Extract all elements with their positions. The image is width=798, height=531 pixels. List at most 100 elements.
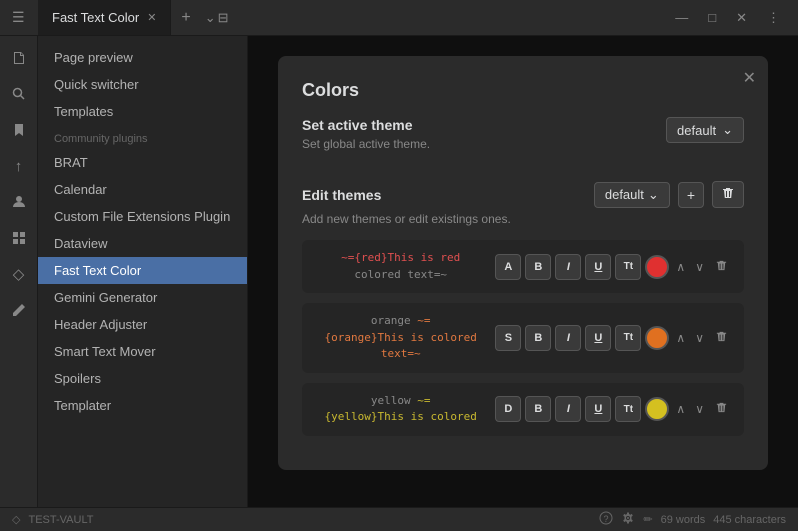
more-menu-btn[interactable]: ⋮: [761, 8, 786, 28]
add-tab-btn[interactable]: +: [171, 9, 200, 27]
set-theme-header: Set active theme Set global active theme…: [302, 117, 744, 161]
red-controls: A B I U Tt ∧ ∨: [495, 254, 732, 280]
red-italic-btn[interactable]: I: [555, 254, 581, 280]
icon-bar-user[interactable]: [3, 186, 35, 218]
yellow-preview: yellow ~={yellow}This is colored: [314, 393, 487, 426]
orange-preview: orange ~={orange}This is colored text=~: [314, 313, 487, 363]
orange-underline-btn[interactable]: U: [585, 325, 611, 351]
yellow-up-btn[interactable]: ∧: [673, 400, 688, 418]
vault-name[interactable]: TEST-VAULT: [28, 514, 93, 526]
yellow-format-d-btn[interactable]: D: [495, 396, 521, 422]
split-view-icon[interactable]: ⊟: [218, 10, 229, 26]
set-theme-text: Set active theme Set global active theme…: [302, 117, 430, 161]
orange-controls: S B I U Tt ∧ ∨: [495, 325, 732, 351]
icon-bar: ↑ ◇: [0, 36, 38, 507]
modal-close-btn[interactable]: ✕: [743, 68, 756, 88]
community-plugins-label: Community plugins: [38, 125, 247, 149]
sidebar-item-header-adjuster[interactable]: Header Adjuster: [38, 311, 247, 338]
sidebar-item-templates[interactable]: Templates: [38, 98, 247, 125]
status-left: ◇ TEST-VAULT: [12, 513, 93, 526]
orange-color-swatch[interactable]: [645, 326, 669, 350]
sidebar-item-spoilers[interactable]: Spoilers: [38, 365, 247, 392]
color-row-red: ~={red}This is red colored text=~ A B I …: [302, 240, 744, 293]
edit-themes-header: Edit themes default ⌄ +: [302, 181, 744, 208]
sidebar-item-dataview[interactable]: Dataview: [38, 230, 247, 257]
icon-bar-up[interactable]: ↑: [3, 150, 35, 182]
icon-bar-files[interactable]: [3, 42, 35, 74]
title-bar-left: ☰: [0, 5, 38, 30]
red-down-btn[interactable]: ∨: [692, 258, 707, 276]
icon-bar-grid[interactable]: [3, 222, 35, 254]
icon-bar-diamond[interactable]: ◇: [3, 258, 35, 290]
status-right: ? ✏ 69 words 445 characters: [599, 511, 786, 528]
char-count: 445 characters: [713, 514, 786, 526]
red-color-swatch[interactable]: [645, 255, 669, 279]
orange-delete-btn[interactable]: [711, 328, 732, 348]
color-row-orange: orange ~={orange}This is colored text=~ …: [302, 303, 744, 373]
edit-themes-title: Edit themes: [302, 187, 586, 203]
modal-title: Colors: [302, 80, 744, 101]
dropdown-arrow-icon: ⌄: [722, 122, 733, 138]
orange-down-btn[interactable]: ∨: [692, 329, 707, 347]
close-btn[interactable]: ✕: [730, 8, 753, 28]
sidebar-item-quick-switcher[interactable]: Quick switcher: [38, 71, 247, 98]
tab-dropdown-icon[interactable]: ⌄: [205, 10, 216, 26]
sidebar-item-gemini[interactable]: Gemini Generator: [38, 284, 247, 311]
yellow-down-btn[interactable]: ∨: [692, 400, 707, 418]
yellow-tt-btn[interactable]: Tt: [615, 396, 641, 422]
orange-italic-btn[interactable]: I: [555, 325, 581, 351]
orange-format-s-btn[interactable]: S: [495, 325, 521, 351]
edit-theme-value: default: [605, 187, 644, 202]
red-delete-btn[interactable]: [711, 257, 732, 277]
minimize-btn[interactable]: —: [669, 8, 694, 27]
color-row-yellow: yellow ~={yellow}This is colored D B I U…: [302, 383, 744, 436]
yellow-italic-btn[interactable]: I: [555, 396, 581, 422]
sidebar-item-page-preview[interactable]: Page preview: [38, 44, 247, 71]
icon-bar-search[interactable]: [3, 78, 35, 110]
yellow-controls: D B I U Tt ∧ ∨: [495, 396, 732, 422]
red-up-btn[interactable]: ∧: [673, 258, 688, 276]
sidebar-item-calendar[interactable]: Calendar: [38, 176, 247, 203]
sidebar-item-fast-text-color[interactable]: Fast Text Color: [38, 257, 247, 284]
settings-icon[interactable]: [621, 511, 635, 528]
set-theme-title: Set active theme: [302, 117, 430, 133]
help-btn[interactable]: ?: [599, 511, 613, 528]
red-format-a-btn[interactable]: A: [495, 254, 521, 280]
delete-theme-btn[interactable]: [712, 181, 744, 208]
tab-close-btn[interactable]: ✕: [147, 11, 156, 24]
menu-icon[interactable]: ☰: [8, 5, 29, 30]
edit-themes-desc: Add new themes or edit existings ones.: [302, 212, 744, 226]
word-count: 69 words: [661, 514, 706, 526]
yellow-color-swatch[interactable]: [645, 397, 669, 421]
yellow-underline-btn[interactable]: U: [585, 396, 611, 422]
orange-up-btn[interactable]: ∧: [673, 329, 688, 347]
sidebar-item-custom-file[interactable]: Custom File Extensions Plugin: [38, 203, 247, 230]
sidebar-item-templater[interactable]: Templater: [38, 392, 247, 419]
sidebar: Page preview Quick switcher Templates Co…: [38, 36, 248, 507]
active-theme-dropdown[interactable]: default ⌄: [666, 117, 744, 143]
red-bold-btn[interactable]: B: [525, 254, 551, 280]
sidebar-item-brat[interactable]: BRAT: [38, 149, 247, 176]
icon-bar-edit[interactable]: [3, 294, 35, 326]
edit-theme-dropdown[interactable]: default ⌄: [594, 182, 670, 208]
icon-bar-bookmark[interactable]: [3, 114, 35, 146]
main-tab[interactable]: Fast Text Color ✕: [38, 0, 171, 35]
maximize-btn[interactable]: □: [702, 8, 722, 27]
title-bar: ☰ Fast Text Color ✕ + ⌄ ⊟ — □ ✕ ⋮: [0, 0, 798, 36]
edit-icon: ✏: [643, 513, 652, 526]
tab-controls: ⌄ ⊟: [201, 10, 233, 26]
svg-text:?: ?: [604, 514, 609, 524]
yellow-bold-btn[interactable]: B: [525, 396, 551, 422]
yellow-delete-btn[interactable]: [711, 399, 732, 419]
orange-tt-btn[interactable]: Tt: [615, 325, 641, 351]
orange-bold-btn[interactable]: B: [525, 325, 551, 351]
main-layout: ↑ ◇ Page preview Quick switcher Template…: [0, 36, 798, 507]
set-active-theme-section: Set active theme Set global active theme…: [302, 117, 744, 161]
sidebar-item-smart-text-mover[interactable]: Smart Text Mover: [38, 338, 247, 365]
colors-modal: ✕ Colors Set active theme Set global act…: [278, 56, 768, 470]
red-tt-btn[interactable]: Tt: [615, 254, 641, 280]
vault-icon: ◇: [12, 513, 20, 526]
red-underline-btn[interactable]: U: [585, 254, 611, 280]
add-theme-btn[interactable]: +: [678, 182, 704, 208]
red-preview: ~={red}This is red colored text=~: [314, 250, 487, 283]
